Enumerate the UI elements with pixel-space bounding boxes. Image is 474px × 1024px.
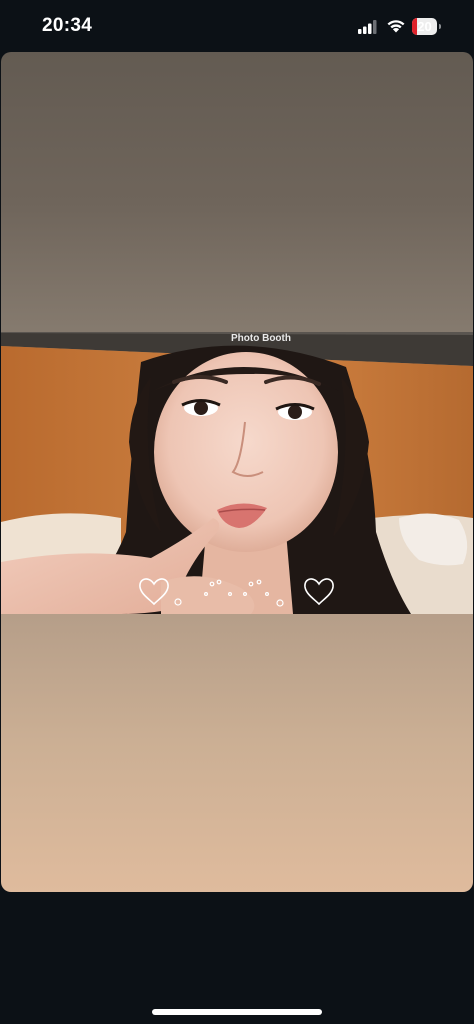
selfie-photo[interactable]: [1, 332, 473, 614]
wifi-icon: [387, 20, 405, 33]
story-screen: 20:34 20 Photo Booth: [0, 0, 474, 1024]
story-card[interactable]: Photo Booth: [1, 52, 473, 892]
cellular-signal-icon: [358, 20, 377, 34]
battery-indicator: 20: [412, 18, 442, 35]
battery-level: 20: [417, 19, 432, 34]
status-bar: 20:34 20: [0, 0, 474, 50]
window-title: Photo Booth: [231, 333, 291, 344]
battery-icon: 20: [412, 18, 437, 35]
home-indicator[interactable]: [152, 1009, 322, 1015]
battery-cap: [439, 24, 441, 29]
status-time: 20:34: [42, 15, 93, 36]
